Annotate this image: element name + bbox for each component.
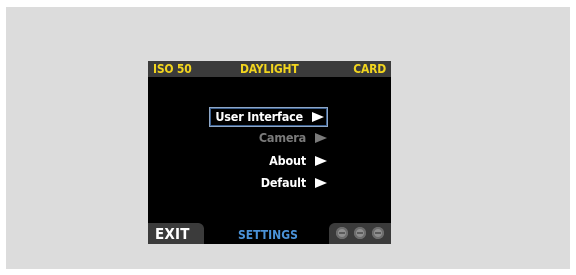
menu-item-about[interactable]: About [209, 152, 327, 170]
dot-icon [354, 227, 366, 239]
arrow-right-icon [312, 111, 324, 122]
camera-screen: ISO 50 DAYLIGHT CARD User Interface Came… [148, 61, 391, 244]
menu-item-camera[interactable]: Camera [209, 129, 327, 147]
menu-item-user-interface[interactable]: User Interface [209, 107, 328, 127]
arrow-right-icon [315, 132, 327, 143]
white-balance-value: DAYLIGHT [240, 62, 299, 76]
dot-icon [336, 227, 348, 239]
exit-label: EXIT [155, 225, 190, 243]
iso-value: ISO 50 [153, 62, 192, 76]
exit-button[interactable]: EXIT [148, 223, 204, 244]
arrow-right-icon [315, 155, 327, 166]
menu-item-label: Default [260, 175, 306, 190]
section-title: SETTINGS [238, 228, 298, 242]
menu-item-label: Camera [258, 130, 306, 145]
bottom-bar: EXIT SETTINGS [148, 223, 391, 244]
storage-value: CARD [353, 62, 386, 76]
dot-icon [372, 227, 384, 239]
menu-item-label: User Interface [215, 109, 303, 124]
navigation-dots-button[interactable] [329, 223, 391, 244]
status-bar: ISO 50 DAYLIGHT CARD [148, 61, 391, 77]
menu-item-default[interactable]: Default [209, 174, 327, 192]
menu-item-label: About [269, 153, 306, 168]
arrow-right-icon [315, 177, 327, 188]
